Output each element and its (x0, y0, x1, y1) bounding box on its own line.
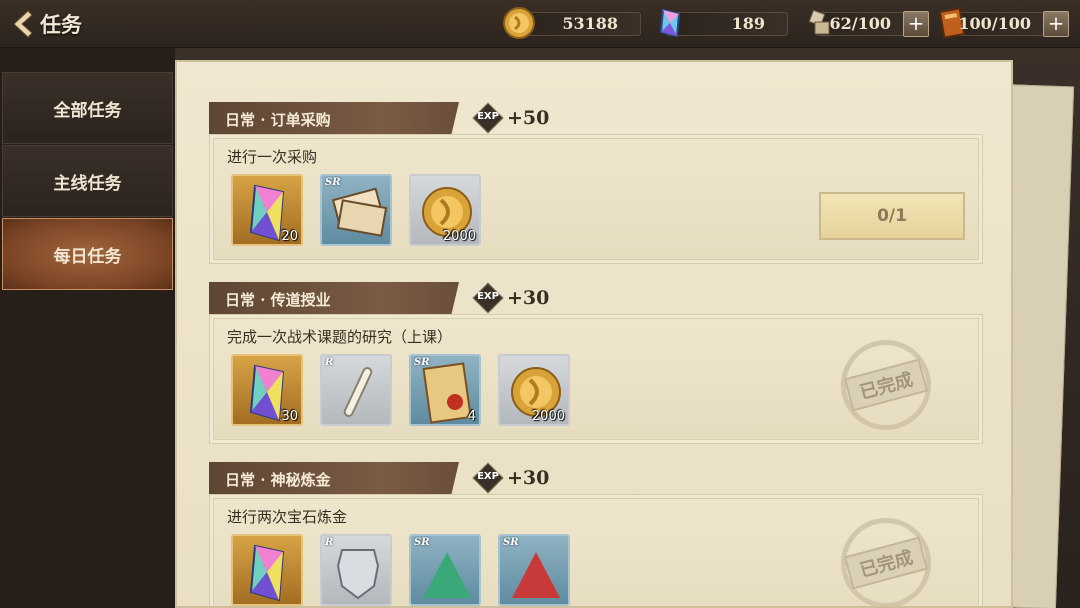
book-value: 100/100 (958, 14, 1031, 33)
exp-reward: EXP +30 (472, 462, 550, 494)
chevron-left-icon (13, 10, 33, 38)
completed-stamp: 已完成 (841, 340, 931, 430)
gold-value: 53188 (562, 14, 618, 33)
add-stamina-button[interactable]: + (903, 11, 929, 37)
reward-item[interactable]: 2000 (498, 354, 570, 426)
exp-value: +30 (507, 467, 550, 489)
exp-reward: EXP +50 (472, 102, 550, 134)
rarity-tag: SR (325, 177, 341, 188)
exp-reward: EXP +30 (472, 282, 550, 314)
quest-panel: 日常 · 订单采购 EXP +50 进行一次采购 20 SR 2000 0/1 … (175, 60, 1013, 608)
quest-title: 日常 · 传道授业 (209, 282, 459, 314)
progress-indicator: 0/1 (819, 192, 965, 240)
reward-item[interactable]: SR (320, 174, 392, 246)
sidebar-item-main[interactable]: 主线任务 (2, 145, 173, 217)
gem-icon (659, 8, 681, 38)
sidebar-item-label: 每日任务 (53, 246, 122, 267)
quest-title: 日常 · 订单采购 (209, 102, 459, 134)
rarity-tag: R (325, 537, 334, 548)
quest-description: 进行一次采购 (227, 148, 318, 166)
book-counter: 100/100 + (938, 7, 1069, 39)
exp-value: +30 (507, 287, 550, 309)
reward-item[interactable]: SR 4 (409, 354, 481, 426)
rarity-tag: R (325, 357, 334, 368)
reward-item[interactable]: 2000 (409, 174, 481, 246)
sidebar-item-label: 主线任务 (53, 173, 122, 194)
gold-counter: 53188 (503, 7, 641, 39)
reward-item[interactable]: SR (498, 534, 570, 606)
gold-coin-icon (503, 7, 535, 39)
quest-description: 完成一次战术课题的研究（上课） (227, 328, 453, 346)
stamina-counter: 62/100 + (808, 9, 929, 37)
reward-item[interactable]: R (320, 534, 392, 606)
sidebar-item-all[interactable]: 全部任务 (2, 72, 173, 144)
rarity-tag: SR (414, 537, 430, 548)
gem-value: 189 (731, 14, 765, 33)
exp-icon: EXP (472, 282, 504, 314)
completed-stamp: 已完成 (841, 518, 931, 606)
gem-counter: 189 (659, 8, 788, 38)
sidebar-item-label: 全部任务 (53, 100, 122, 121)
gem-icon (249, 544, 285, 602)
reward-item[interactable]: SR (409, 534, 481, 606)
stamina-value: 62/100 (829, 14, 891, 33)
sidebar: 全部任务 主线任务 每日任务 (0, 48, 175, 608)
quest-description: 进行两次宝石炼金 (227, 508, 348, 526)
reward-item[interactable] (231, 534, 303, 606)
sidebar-item-daily[interactable]: 每日任务 (2, 218, 173, 290)
exp-icon: EXP (472, 462, 504, 494)
top-bar: 任务 53188 189 62/100 + 100/100 + (0, 0, 1080, 48)
quest-title: 日常 · 神秘炼金 (209, 462, 459, 494)
reward-item[interactable]: R (320, 354, 392, 426)
exp-value: +50 (507, 107, 550, 129)
add-book-button[interactable]: + (1043, 11, 1069, 37)
back-button[interactable] (6, 8, 36, 40)
rarity-tag: SR (414, 357, 430, 368)
page-title: 任务 (40, 12, 82, 37)
reward-item[interactable]: 20 (231, 174, 303, 246)
reward-item[interactable]: 30 (231, 354, 303, 426)
exp-icon: EXP (472, 102, 504, 134)
rarity-tag: SR (503, 537, 519, 548)
